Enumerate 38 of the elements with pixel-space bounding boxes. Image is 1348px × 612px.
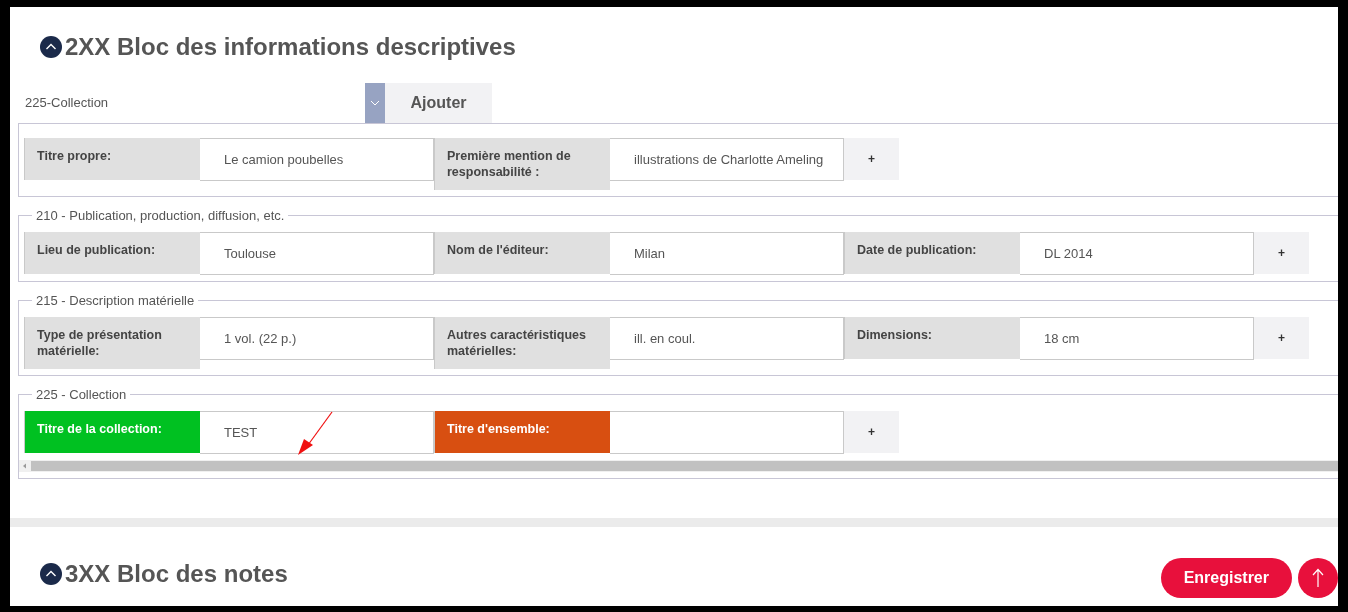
field-label: Première mention de responsabilité : bbox=[434, 138, 610, 190]
dropdown-toggle[interactable] bbox=[365, 83, 385, 123]
input-field[interactable]: TEST bbox=[200, 411, 434, 454]
input-field[interactable]: ill. en coul. bbox=[610, 317, 844, 360]
field-label: Dimensions: bbox=[844, 317, 1020, 359]
section-heading: 2XX Bloc des informations descriptives bbox=[65, 35, 516, 59]
fieldset-legend: 225 - Collection bbox=[32, 388, 131, 401]
input-field[interactable]: Le camion poubelles bbox=[200, 138, 434, 181]
add-field-button[interactable]: + bbox=[1254, 317, 1309, 359]
scroll-to-top-button[interactable] bbox=[1298, 558, 1338, 598]
horizontal-scrollbar[interactable] bbox=[19, 460, 1338, 472]
add-field-button[interactable]: + bbox=[844, 138, 899, 180]
input-field[interactable]: DL 2014 bbox=[1020, 232, 1254, 275]
chevron-down-icon bbox=[370, 100, 380, 106]
save-button[interactable]: Enregistrer bbox=[1160, 558, 1292, 598]
section-heading: 3XX Bloc des notes bbox=[65, 562, 288, 586]
arrow-up-icon bbox=[1312, 568, 1324, 588]
add-button[interactable]: Ajouter bbox=[385, 83, 492, 123]
collapse-icon[interactable] bbox=[40, 36, 62, 58]
field-label: Lieu de publication: bbox=[24, 232, 200, 274]
input-field[interactable]: Milan bbox=[610, 232, 844, 275]
input-field[interactable]: illustrations de Charlotte Ameling bbox=[610, 138, 844, 181]
field-label: Type de présentation matérielle: bbox=[24, 317, 200, 369]
add-field-button[interactable]: + bbox=[844, 411, 899, 453]
fieldset-legend: 210 - Publication, production, diffusion, etc. bbox=[32, 209, 289, 222]
field-label: Autres caractéristiques matérielles: bbox=[434, 317, 610, 369]
input-field[interactable]: 1 vol. (22 p.) bbox=[200, 317, 434, 360]
collapse-icon[interactable] bbox=[40, 563, 62, 585]
input-field[interactable]: 18 cm bbox=[1020, 317, 1254, 360]
field-label: Titre d'ensemble: bbox=[434, 411, 610, 453]
field-label: Nom de l'éditeur: bbox=[434, 232, 610, 274]
input-field[interactable]: Toulouse bbox=[200, 232, 434, 275]
field-label: Titre de la collection: bbox=[24, 411, 200, 453]
field-label: Titre propre: bbox=[24, 138, 200, 180]
field-label: Date de publication: bbox=[844, 232, 1020, 274]
add-field-button[interactable]: + bbox=[1254, 232, 1309, 274]
input-field[interactable] bbox=[610, 411, 844, 454]
fieldset-legend: 215 - Description matérielle bbox=[32, 294, 199, 307]
